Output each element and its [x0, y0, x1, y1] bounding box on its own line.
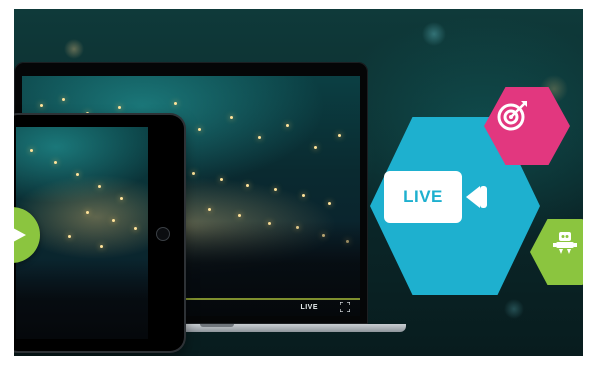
target-icon [497, 101, 527, 131]
fullscreen-icon[interactable] [340, 302, 350, 312]
tablet-device [14, 115, 184, 351]
laptop-notch [200, 324, 234, 327]
play-icon [14, 228, 26, 242]
live-badge-label: LIVE [403, 187, 443, 206]
video-camera-icon [466, 186, 487, 208]
tablet-crowd-silhouette [16, 259, 148, 339]
hero-banner: LIVE [14, 9, 583, 356]
live-camera-badge: LIVE [384, 171, 462, 223]
live-indicator: LIVE [300, 304, 318, 311]
robot-icon [553, 232, 577, 254]
tablet-home-button [156, 227, 170, 241]
